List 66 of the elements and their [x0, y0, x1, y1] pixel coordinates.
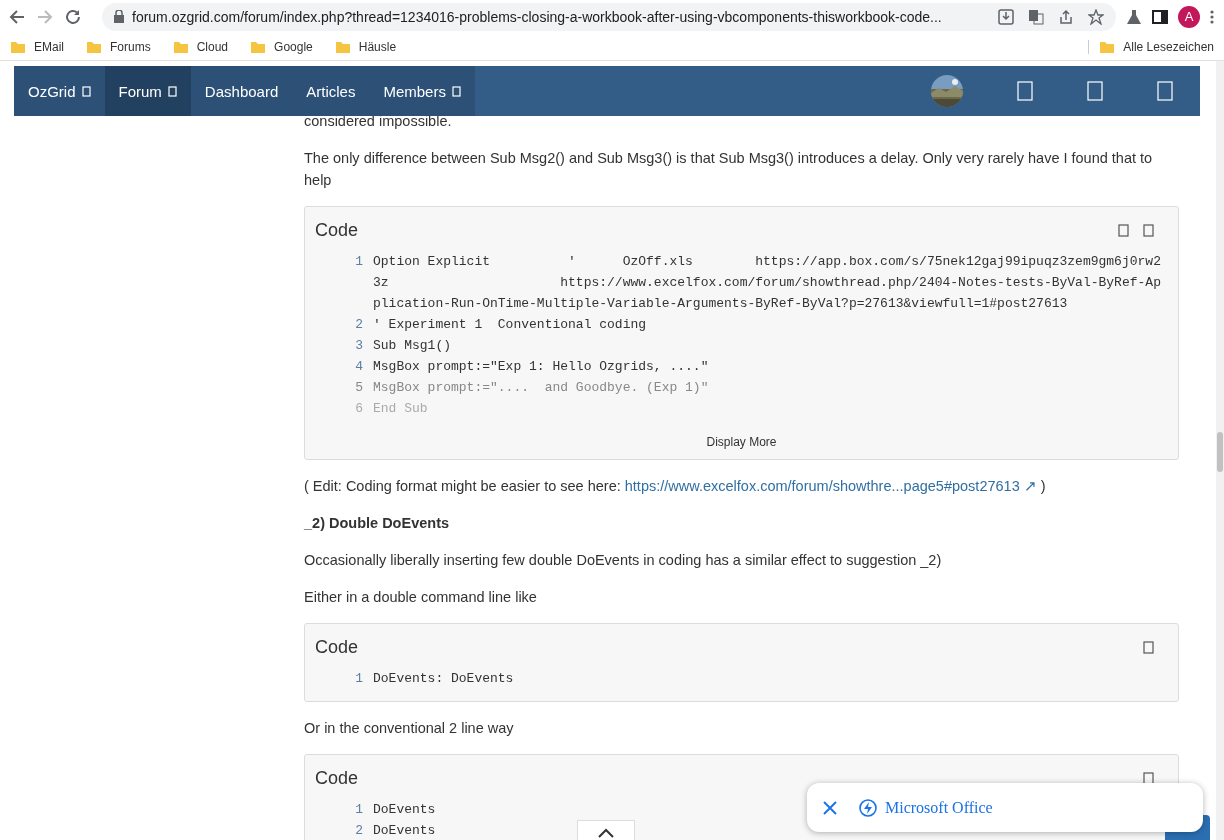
box-icon[interactable] [1143, 223, 1154, 237]
line-number: 1 [354, 670, 363, 688]
code-title: Code [315, 767, 359, 789]
flask-icon[interactable] [1126, 8, 1142, 25]
line-number: 2 [354, 822, 363, 840]
folder-icon [172, 39, 189, 54]
folder-icon [1099, 39, 1116, 54]
nav-tab[interactable]: OzGrid [14, 66, 105, 116]
line-number: 2 [354, 316, 363, 334]
code-line: DoEvents: DoEvents [373, 670, 514, 688]
folder-icon [10, 39, 26, 54]
line-number: 1 [354, 253, 363, 271]
chevron-up-icon [598, 828, 614, 838]
code-line: End Sub [373, 400, 428, 418]
scroll-top-button[interactable] [577, 820, 635, 840]
close-icon[interactable] [823, 800, 837, 815]
box-icon[interactable] [1143, 640, 1154, 654]
code-line: ' Experiment 1 Conventional coding [373, 316, 647, 334]
box-icon[interactable] [1118, 223, 1129, 237]
section-heading: _2) Double DoEvents [304, 514, 451, 533]
display-more-link[interactable]: Display More [706, 435, 777, 449]
code-line: Sub Msg1() [373, 337, 451, 355]
line-number: 6 [354, 400, 363, 418]
nav-tab[interactable]: Forum [104, 66, 191, 116]
share-icon[interactable] [1058, 8, 1074, 25]
line-number: 5 [354, 379, 363, 397]
reload-icon[interactable] [64, 7, 82, 26]
line-number: 1 [354, 801, 363, 819]
download-icon[interactable] [998, 8, 1014, 25]
popup-link[interactable]: Microsoft Office [859, 798, 993, 817]
bolt-icon [859, 798, 877, 817]
code-line: MsgBox prompt:=".... and Goodbye. (Exp 1)" [373, 379, 709, 397]
code-line: MsgBox prompt:="Exp 1: Hello Ozgrids, ...." [373, 358, 709, 376]
folder-icon [334, 39, 351, 54]
more-icon[interactable] [1210, 8, 1214, 25]
paragraph: Either in a double command line like [304, 588, 538, 607]
folder-icon [250, 39, 267, 54]
paragraph: ( Edit: Coding format might be easier to see here: https://www.excelfox.com/forum/showthre...page5#post27613 ↗ ) [304, 477, 1047, 496]
bookmark[interactable]: Cloud [172, 39, 229, 54]
paragraph: Occasionally liberally inserting few double DoEvents in coding has a similar effect to suggestion _2) [304, 551, 943, 570]
line-number: 3 [354, 337, 363, 355]
back-icon[interactable] [8, 7, 26, 26]
code-line: DoEvents [373, 822, 436, 840]
code-line: DoEvents [373, 801, 436, 819]
bookmark[interactable]: Alle Lesezeichen [1088, 39, 1214, 54]
folder-icon [86, 39, 102, 54]
box-icon[interactable] [1143, 771, 1154, 785]
paragraph: Or in the conventional 2 line way [304, 719, 515, 738]
bookmark[interactable]: EMail [10, 39, 64, 54]
line-number: 4 [354, 358, 363, 376]
profile-avatar[interactable]: A [1178, 5, 1200, 28]
bookmark[interactable]: Google [250, 39, 313, 54]
paragraph: The only difference between Sub Msg2() and Sub Msg3() is that Sub Msg3() introduces a delay. Only very rarely have I found that to help [304, 149, 1154, 190]
address-bar[interactable]: forum.ozgrid.com/forum/index.php?thread=1234016-problems-closing-a-workbook-after-using-vbcomponents-thisworkbook-code... [102, 2, 1116, 31]
code-title: Code [315, 219, 359, 241]
scrollbar-thumb[interactable] [1217, 432, 1223, 472]
sidebar-icon[interactable] [1152, 8, 1168, 25]
bookmark[interactable]: Häusle [334, 39, 397, 54]
star-icon[interactable] [1088, 8, 1104, 25]
bookmark[interactable]: Forums [86, 39, 151, 54]
nav-tab[interactable]: Dashboard [190, 66, 293, 116]
code-line: Option Explicit ' OzOff.xls https://app.box.com/s/75nek12gaj99ipuqz3zem9gm6j0rw23z https://www.excelfox.com/forum/showthread.php/2404-Notes-tests-ByVal-ByRef-Application-Run-OnTime-Multiple-Variable-Arguments-ByRef-ByVal?p=27613&viewfull=1#post27613 [373, 253, 1162, 313]
code-title: Code [315, 636, 359, 658]
lock-icon [114, 10, 124, 23]
translate-icon[interactable] [1028, 8, 1044, 25]
link[interactable]: https://www.excelfox.com/forum/showthre...page5#post27613 ↗ [624, 478, 1037, 494]
